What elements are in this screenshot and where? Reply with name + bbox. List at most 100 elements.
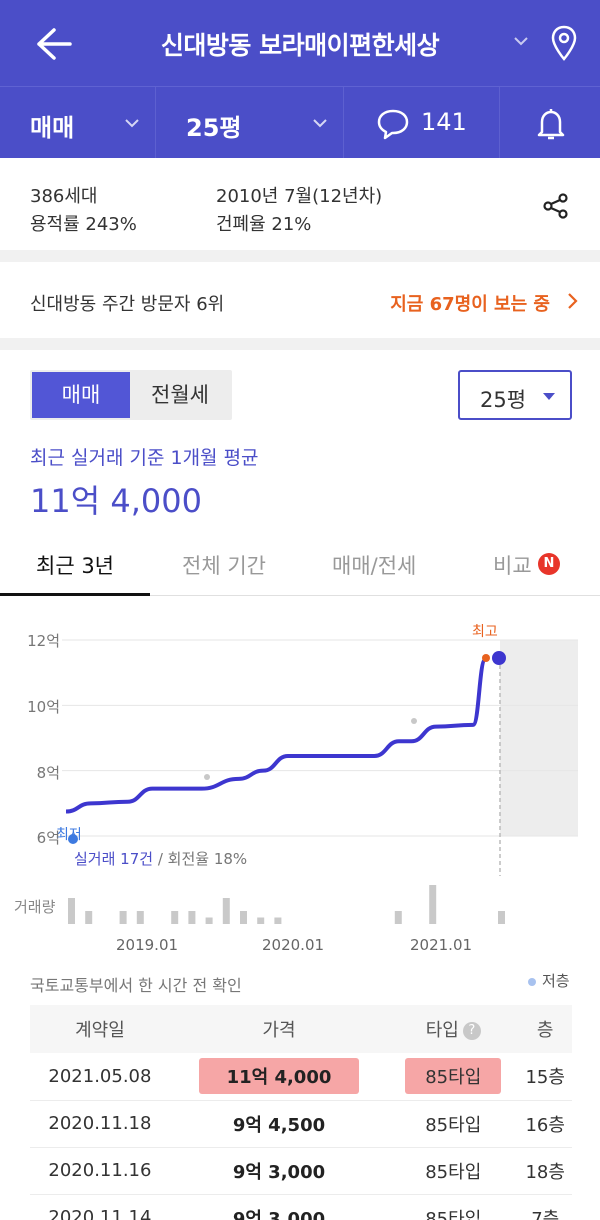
- high-annotation: 최고: [472, 624, 498, 640]
- comments-button[interactable]: 141: [344, 87, 500, 159]
- volume-bar: [119, 911, 127, 924]
- chevron-down-icon: [125, 119, 139, 128]
- table-row[interactable]: 2020.11.16 9억 3,000 85타입 18층: [30, 1147, 572, 1195]
- cell-price: 9억 3,000: [169, 1194, 389, 1220]
- volume-label: 거래량: [14, 898, 56, 916]
- period-tabs: 최근 3년 전체 기간 매매/전세 비교 N: [0, 536, 600, 596]
- volume-bar: [429, 885, 437, 924]
- notification-button[interactable]: [500, 87, 600, 159]
- cell-price: 11억 4,000: [169, 1053, 389, 1101]
- divider: [0, 250, 600, 262]
- caret-down-icon: [543, 393, 555, 400]
- pyeong-select[interactable]: 25평: [156, 87, 344, 159]
- segment-rent[interactable]: 전월세: [130, 372, 230, 418]
- legend-dot: [528, 977, 536, 986]
- chevron-down-icon: [313, 119, 327, 128]
- current-point: [492, 651, 506, 665]
- volume-bar: [171, 911, 179, 924]
- comment-count: 141: [421, 108, 467, 136]
- highlighted-type: 85타입: [405, 1058, 502, 1095]
- x-tick-label: 2020.01: [262, 936, 325, 954]
- col-header-type-label: 타입: [425, 1020, 459, 1041]
- volume-bar: [257, 917, 265, 924]
- col-header-date: 계약일: [30, 1005, 170, 1053]
- pyeong-dropdown-value: 25평: [480, 388, 527, 412]
- volume-bar: [222, 898, 230, 924]
- divider: [0, 338, 600, 350]
- speech-bubble-icon: [377, 109, 409, 140]
- x-tick-label: 2021.01: [410, 936, 473, 954]
- arrow-left-icon[interactable]: [34, 26, 74, 62]
- floor-area-ratio: 용적률 243%: [30, 214, 137, 235]
- pyeong-dropdown[interactable]: 25평: [458, 370, 572, 420]
- table-row[interactable]: 2021.05.08 11억 4,000 85타입 15층: [30, 1053, 572, 1101]
- cell-price: 9억 4,500: [169, 1100, 389, 1148]
- deal-count: 실거래 17건: [74, 850, 154, 868]
- volume-bar: [274, 917, 282, 924]
- volume-bar: [136, 911, 144, 924]
- page-title[interactable]: 신대방동 보라매이편한세상: [110, 26, 490, 62]
- cell-floor: 16층: [518, 1100, 572, 1148]
- col-header-price: 가격: [169, 1005, 389, 1053]
- visitor-row[interactable]: 신대방동 주간 방문자 6위 지금 67명이 보는 중: [0, 262, 600, 338]
- price-section: 매매 전월세 25평 최근 실거래 기준 1개월 평균 11억 4,000 최근…: [0, 350, 600, 1220]
- map-pin-icon[interactable]: [550, 24, 578, 62]
- new-badge: N: [538, 553, 560, 575]
- scatter-point: [411, 718, 417, 724]
- volume-bar: [205, 917, 213, 924]
- share-icon[interactable]: [542, 192, 570, 220]
- cell-type: 85타입: [388, 1100, 519, 1148]
- highlighted-price: 11억 4,000: [198, 1058, 360, 1095]
- cell-floor: 15층: [518, 1053, 572, 1101]
- table-row[interactable]: 2020.11.14 9억 3,000 85타입 7층: [30, 1194, 572, 1220]
- volume-bar: [188, 911, 196, 924]
- app-header: 신대방동 보라매이편한세상: [0, 0, 600, 86]
- volume-bar: [394, 911, 402, 924]
- price-chart[interactable]: 최고 최저 12억 10억 8억 6억: [0, 596, 600, 936]
- cell-floor: 7층: [518, 1194, 572, 1220]
- volume-bar: [240, 911, 247, 924]
- cell-date: 2021.05.08: [30, 1053, 170, 1101]
- average-price: 11억 4,000: [30, 482, 202, 520]
- transaction-table: 계약일 가격 타입? 층 2021.05.08 11억 4,000 85타입 1…: [30, 1005, 572, 1220]
- live-viewers: 지금 67명이 보는 중: [390, 294, 550, 315]
- col-header-floor: 층: [518, 1005, 572, 1053]
- cell-date: 2020.11.16: [30, 1147, 170, 1195]
- households: 386세대: [30, 186, 98, 207]
- cell-type: 85타입: [388, 1194, 519, 1220]
- cell-type: 85타입: [388, 1053, 519, 1101]
- filter-bar: 매매 25평 141: [0, 86, 600, 159]
- trade-segment: 매매 전월세: [30, 370, 232, 420]
- turnover-rate: / 회전율 18%: [153, 850, 248, 868]
- deal-summary: 실거래 17건 / 회전율 18%: [74, 848, 247, 869]
- price-line: [65, 657, 488, 814]
- chevron-down-icon[interactable]: [512, 34, 530, 48]
- cell-date: 2020.11.14: [30, 1194, 170, 1220]
- volume-bar: [85, 911, 93, 924]
- trade-type-label: 매매: [30, 114, 75, 142]
- trade-type-select[interactable]: 매매: [0, 87, 156, 159]
- help-icon[interactable]: ?: [462, 1022, 481, 1040]
- y-tick-label: 8억: [36, 764, 60, 782]
- visitor-rank: 신대방동 주간 방문자 6위: [30, 294, 225, 315]
- x-tick-label: 2019.01: [116, 936, 179, 954]
- tab-all-period[interactable]: 전체 기간: [182, 550, 266, 580]
- price-chart-svg: 최고 최저: [56, 624, 578, 924]
- y-tick-label: 10억: [27, 698, 60, 716]
- tab-sale-jeonse[interactable]: 매매/전세: [332, 550, 416, 580]
- building-coverage: 건폐율 21%: [216, 214, 312, 235]
- high-point: [482, 654, 490, 662]
- segment-sale[interactable]: 매매: [32, 372, 130, 418]
- recent-shade: [500, 640, 578, 836]
- cell-price: 9억 3,000: [169, 1147, 389, 1195]
- volume-bar: [498, 911, 505, 924]
- col-header-type: 타입?: [388, 1005, 519, 1053]
- tab-recent-3y[interactable]: 최근 3년: [36, 550, 114, 580]
- cell-type: 85타입: [388, 1147, 519, 1195]
- scatter-point: [204, 774, 210, 780]
- table-row[interactable]: 2020.11.18 9억 4,500 85타입 16층: [30, 1100, 572, 1148]
- table-header-row: 계약일 가격 타입? 층: [30, 1005, 572, 1053]
- tab-compare[interactable]: 비교: [493, 550, 532, 580]
- chevron-right-icon: [568, 293, 578, 309]
- data-source-note: 국토교통부에서 한 시간 전 확인: [30, 976, 242, 995]
